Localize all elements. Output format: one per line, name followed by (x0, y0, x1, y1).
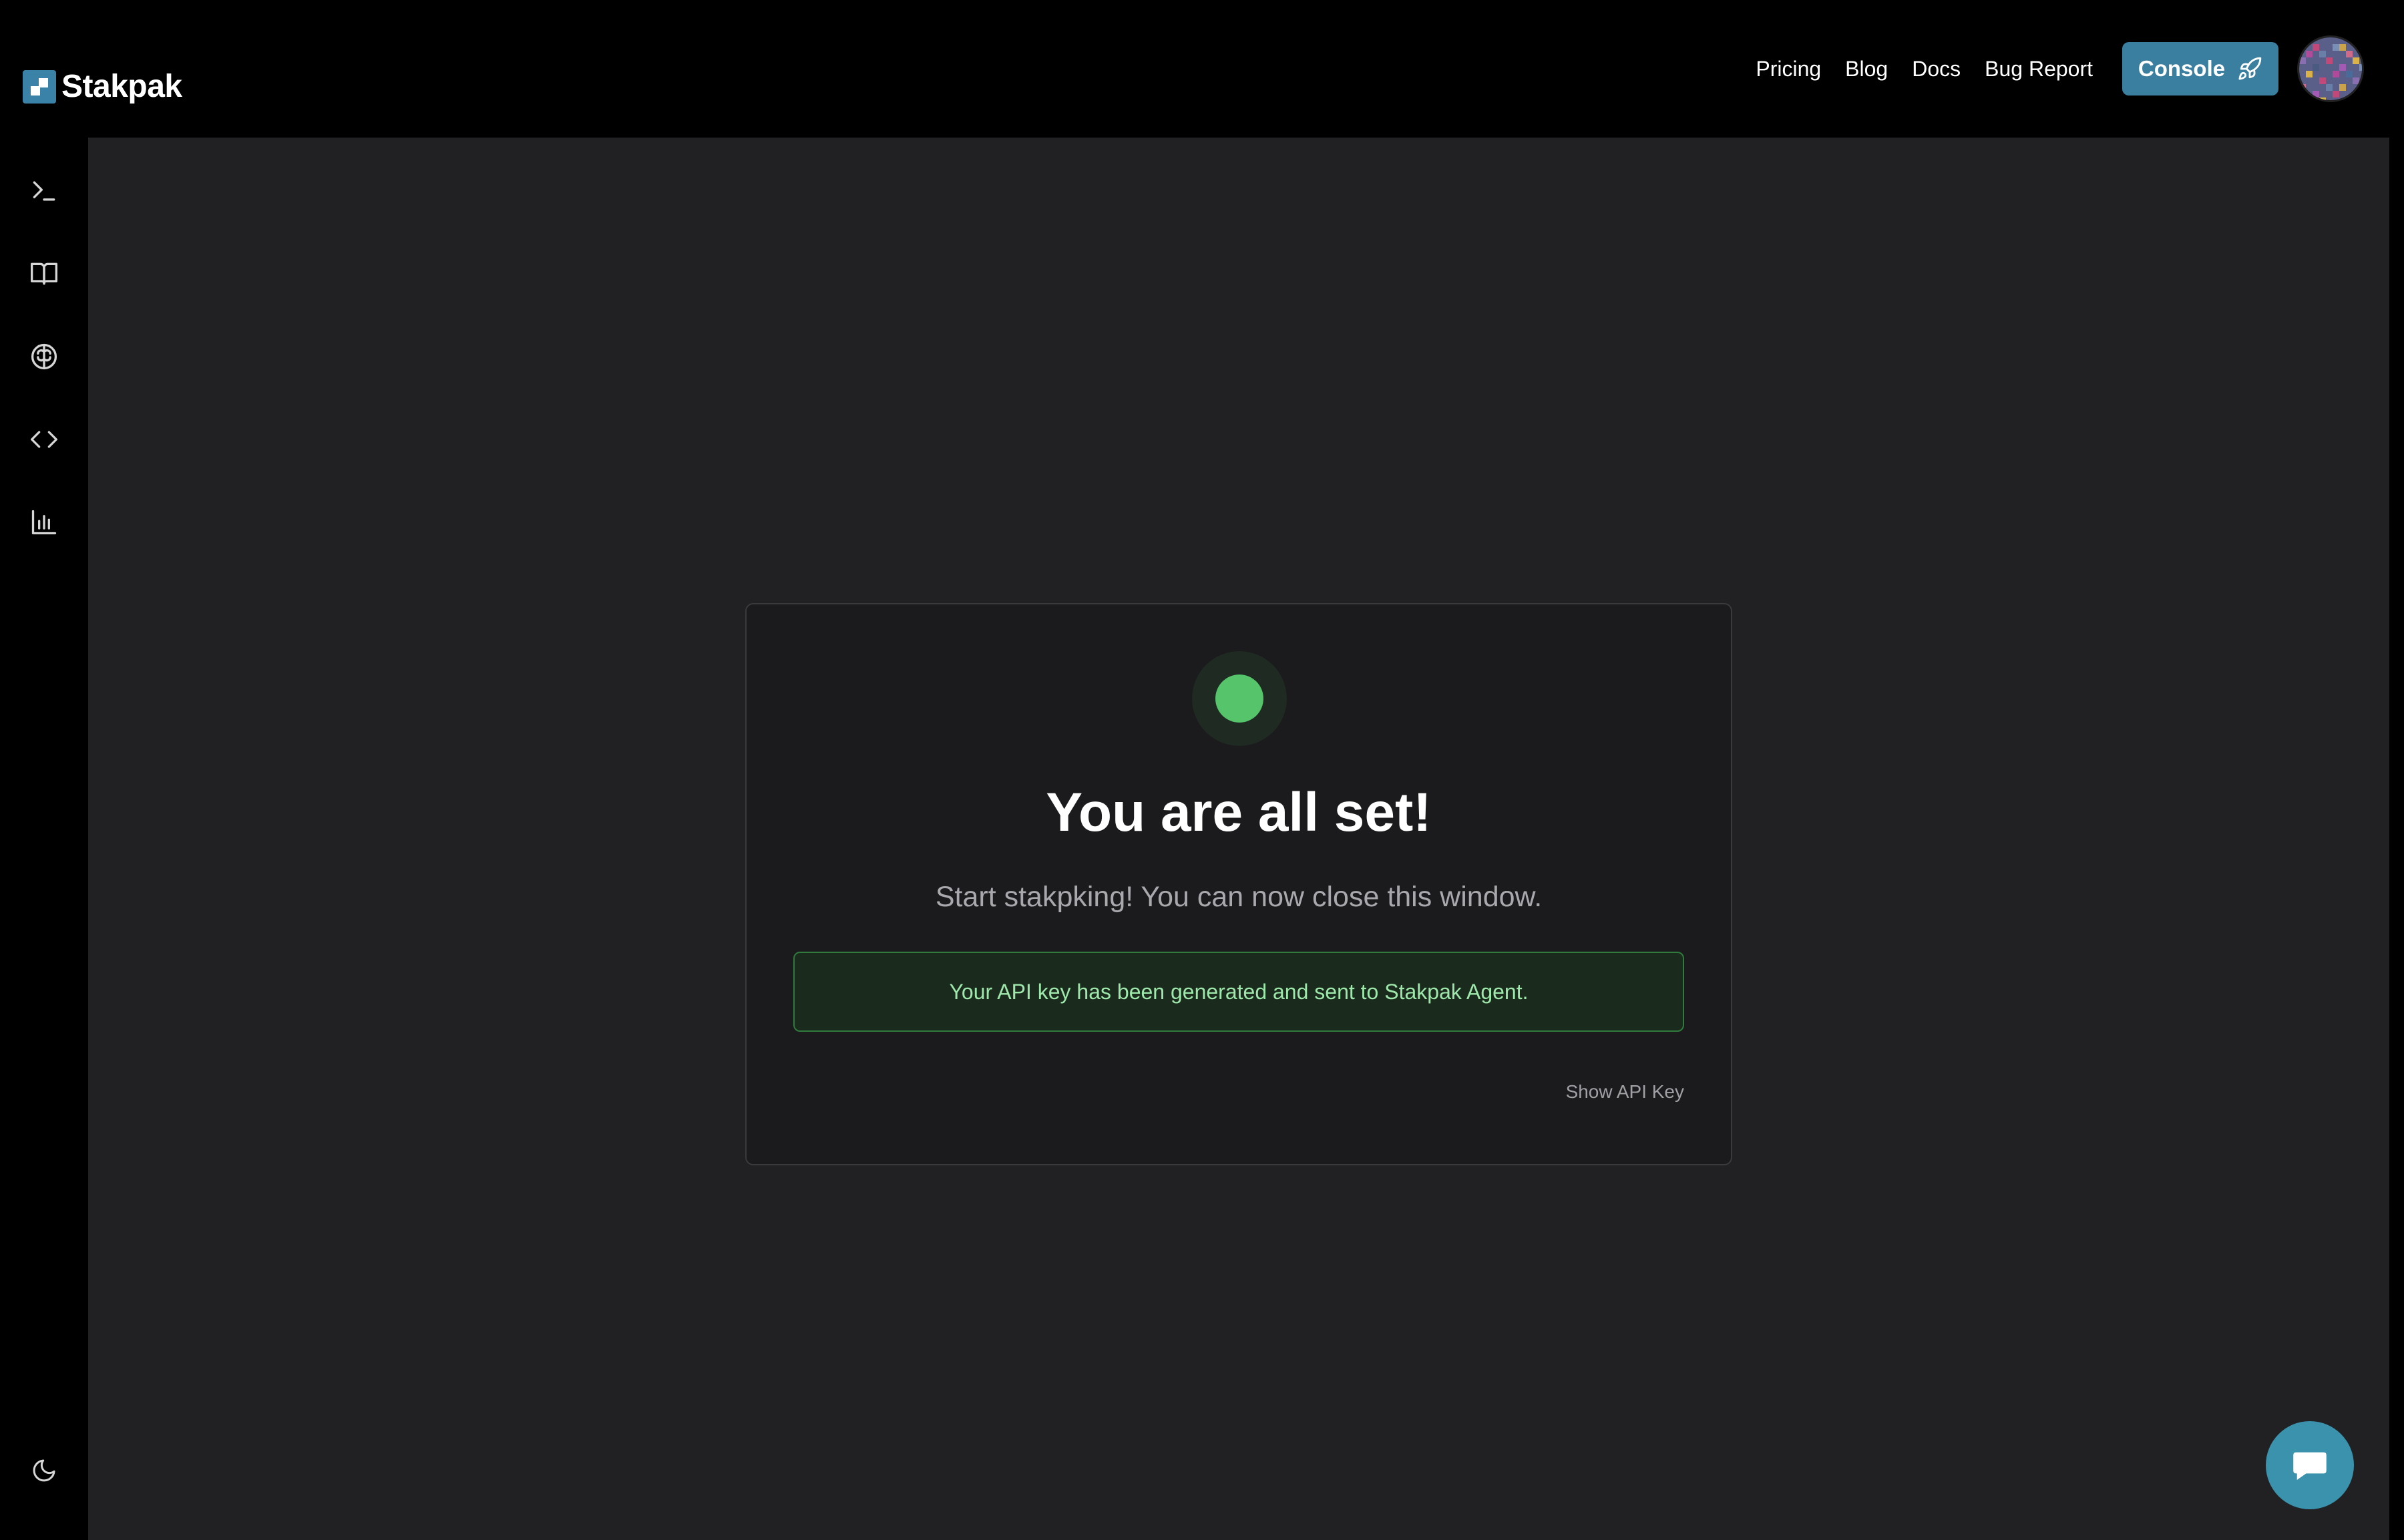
terminal-icon (33, 181, 55, 201)
status-indicator (1192, 651, 1287, 746)
sidebar-item-analytics[interactable] (27, 505, 61, 540)
sidebar-item-code[interactable] (27, 422, 61, 457)
console-button[interactable]: Console (2122, 42, 2278, 95)
moon-icon (33, 1459, 55, 1482)
nav-link-docs[interactable]: Docs (1912, 55, 1961, 82)
console-button-label: Console (2138, 56, 2226, 81)
rocket-icon (2238, 57, 2262, 80)
nav-link-blog[interactable]: Blog (1845, 55, 1888, 82)
api-key-notice-text: Your API key has been generated and sent… (949, 979, 1529, 1004)
book-icon (31, 262, 57, 285)
card-subtitle: Start stakpking! You can now close this … (935, 881, 1543, 913)
success-dot-icon (1215, 675, 1263, 723)
sidebar-item-brain[interactable] (27, 339, 61, 374)
bar-chart-icon (31, 510, 57, 535)
brain-icon (31, 343, 57, 370)
chat-button[interactable] (2266, 1421, 2354, 1509)
chat-icon (2293, 1452, 2327, 1480)
api-key-notice: Your API key has been generated and sent… (793, 952, 1684, 1032)
top-header: Stakpak Pricing Blog Docs Bug Report Con… (0, 0, 2404, 138)
sidebar (0, 138, 88, 1540)
brand-logo-link[interactable]: Stakpak (23, 67, 182, 107)
code-icon (31, 431, 57, 448)
brand-name: Stakpak (61, 69, 182, 104)
sidebar-item-terminal[interactable] (27, 174, 61, 208)
nav-link-bug-report[interactable]: Bug Report (1985, 55, 2093, 82)
sidebar-item-docs[interactable] (27, 256, 61, 291)
top-nav: Pricing Blog Docs Bug Report Console (1756, 0, 2404, 138)
user-avatar[interactable] (2297, 35, 2364, 102)
success-card: You are all set! Start stakpking! You ca… (745, 603, 1732, 1165)
stakpak-logo-icon (23, 70, 56, 104)
theme-toggle[interactable] (27, 1453, 61, 1488)
card-title: You are all set! (1046, 782, 1432, 843)
show-api-key-button[interactable]: Show API Key (1566, 1081, 1684, 1103)
scrollbar[interactable] (2389, 138, 2404, 1540)
nav-link-pricing[interactable]: Pricing (1756, 55, 1821, 82)
